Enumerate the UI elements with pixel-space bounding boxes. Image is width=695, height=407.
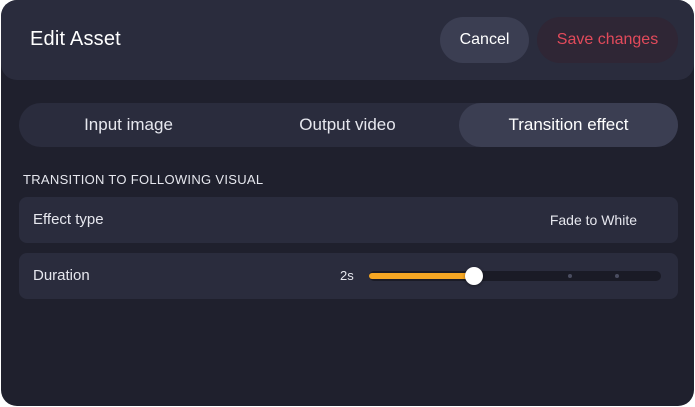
slider-thumb[interactable] (465, 267, 484, 285)
dialog-header: Edit Asset Cancel Save changes (1, 0, 694, 80)
tab-bar: Input image Output video Transition effe… (19, 103, 678, 147)
duration-slider[interactable] (369, 267, 661, 285)
tab-output-video[interactable]: Output video (238, 103, 457, 147)
effect-type-row[interactable]: Effect type Fade to White (19, 197, 678, 243)
save-changes-button[interactable]: Save changes (537, 17, 678, 63)
dialog-title: Edit Asset (30, 28, 121, 50)
section-heading: TRANSITION TO FOLLOWING VISUAL (23, 172, 264, 187)
duration-label: Duration (33, 267, 90, 284)
slider-step-mark (567, 274, 572, 278)
tab-transition-effect[interactable]: Transition effect (459, 103, 678, 147)
slider-fill (369, 273, 475, 279)
effect-type-label: Effect type (33, 211, 104, 228)
cancel-button[interactable]: Cancel (440, 17, 529, 63)
effect-type-value[interactable]: Fade to White (550, 197, 637, 243)
duration-value: 2s (340, 268, 354, 283)
edit-asset-dialog: Edit Asset Cancel Save changes Input ima… (1, 0, 694, 406)
tab-input-image[interactable]: Input image (19, 103, 238, 147)
duration-row: Duration 2s (19, 253, 678, 299)
